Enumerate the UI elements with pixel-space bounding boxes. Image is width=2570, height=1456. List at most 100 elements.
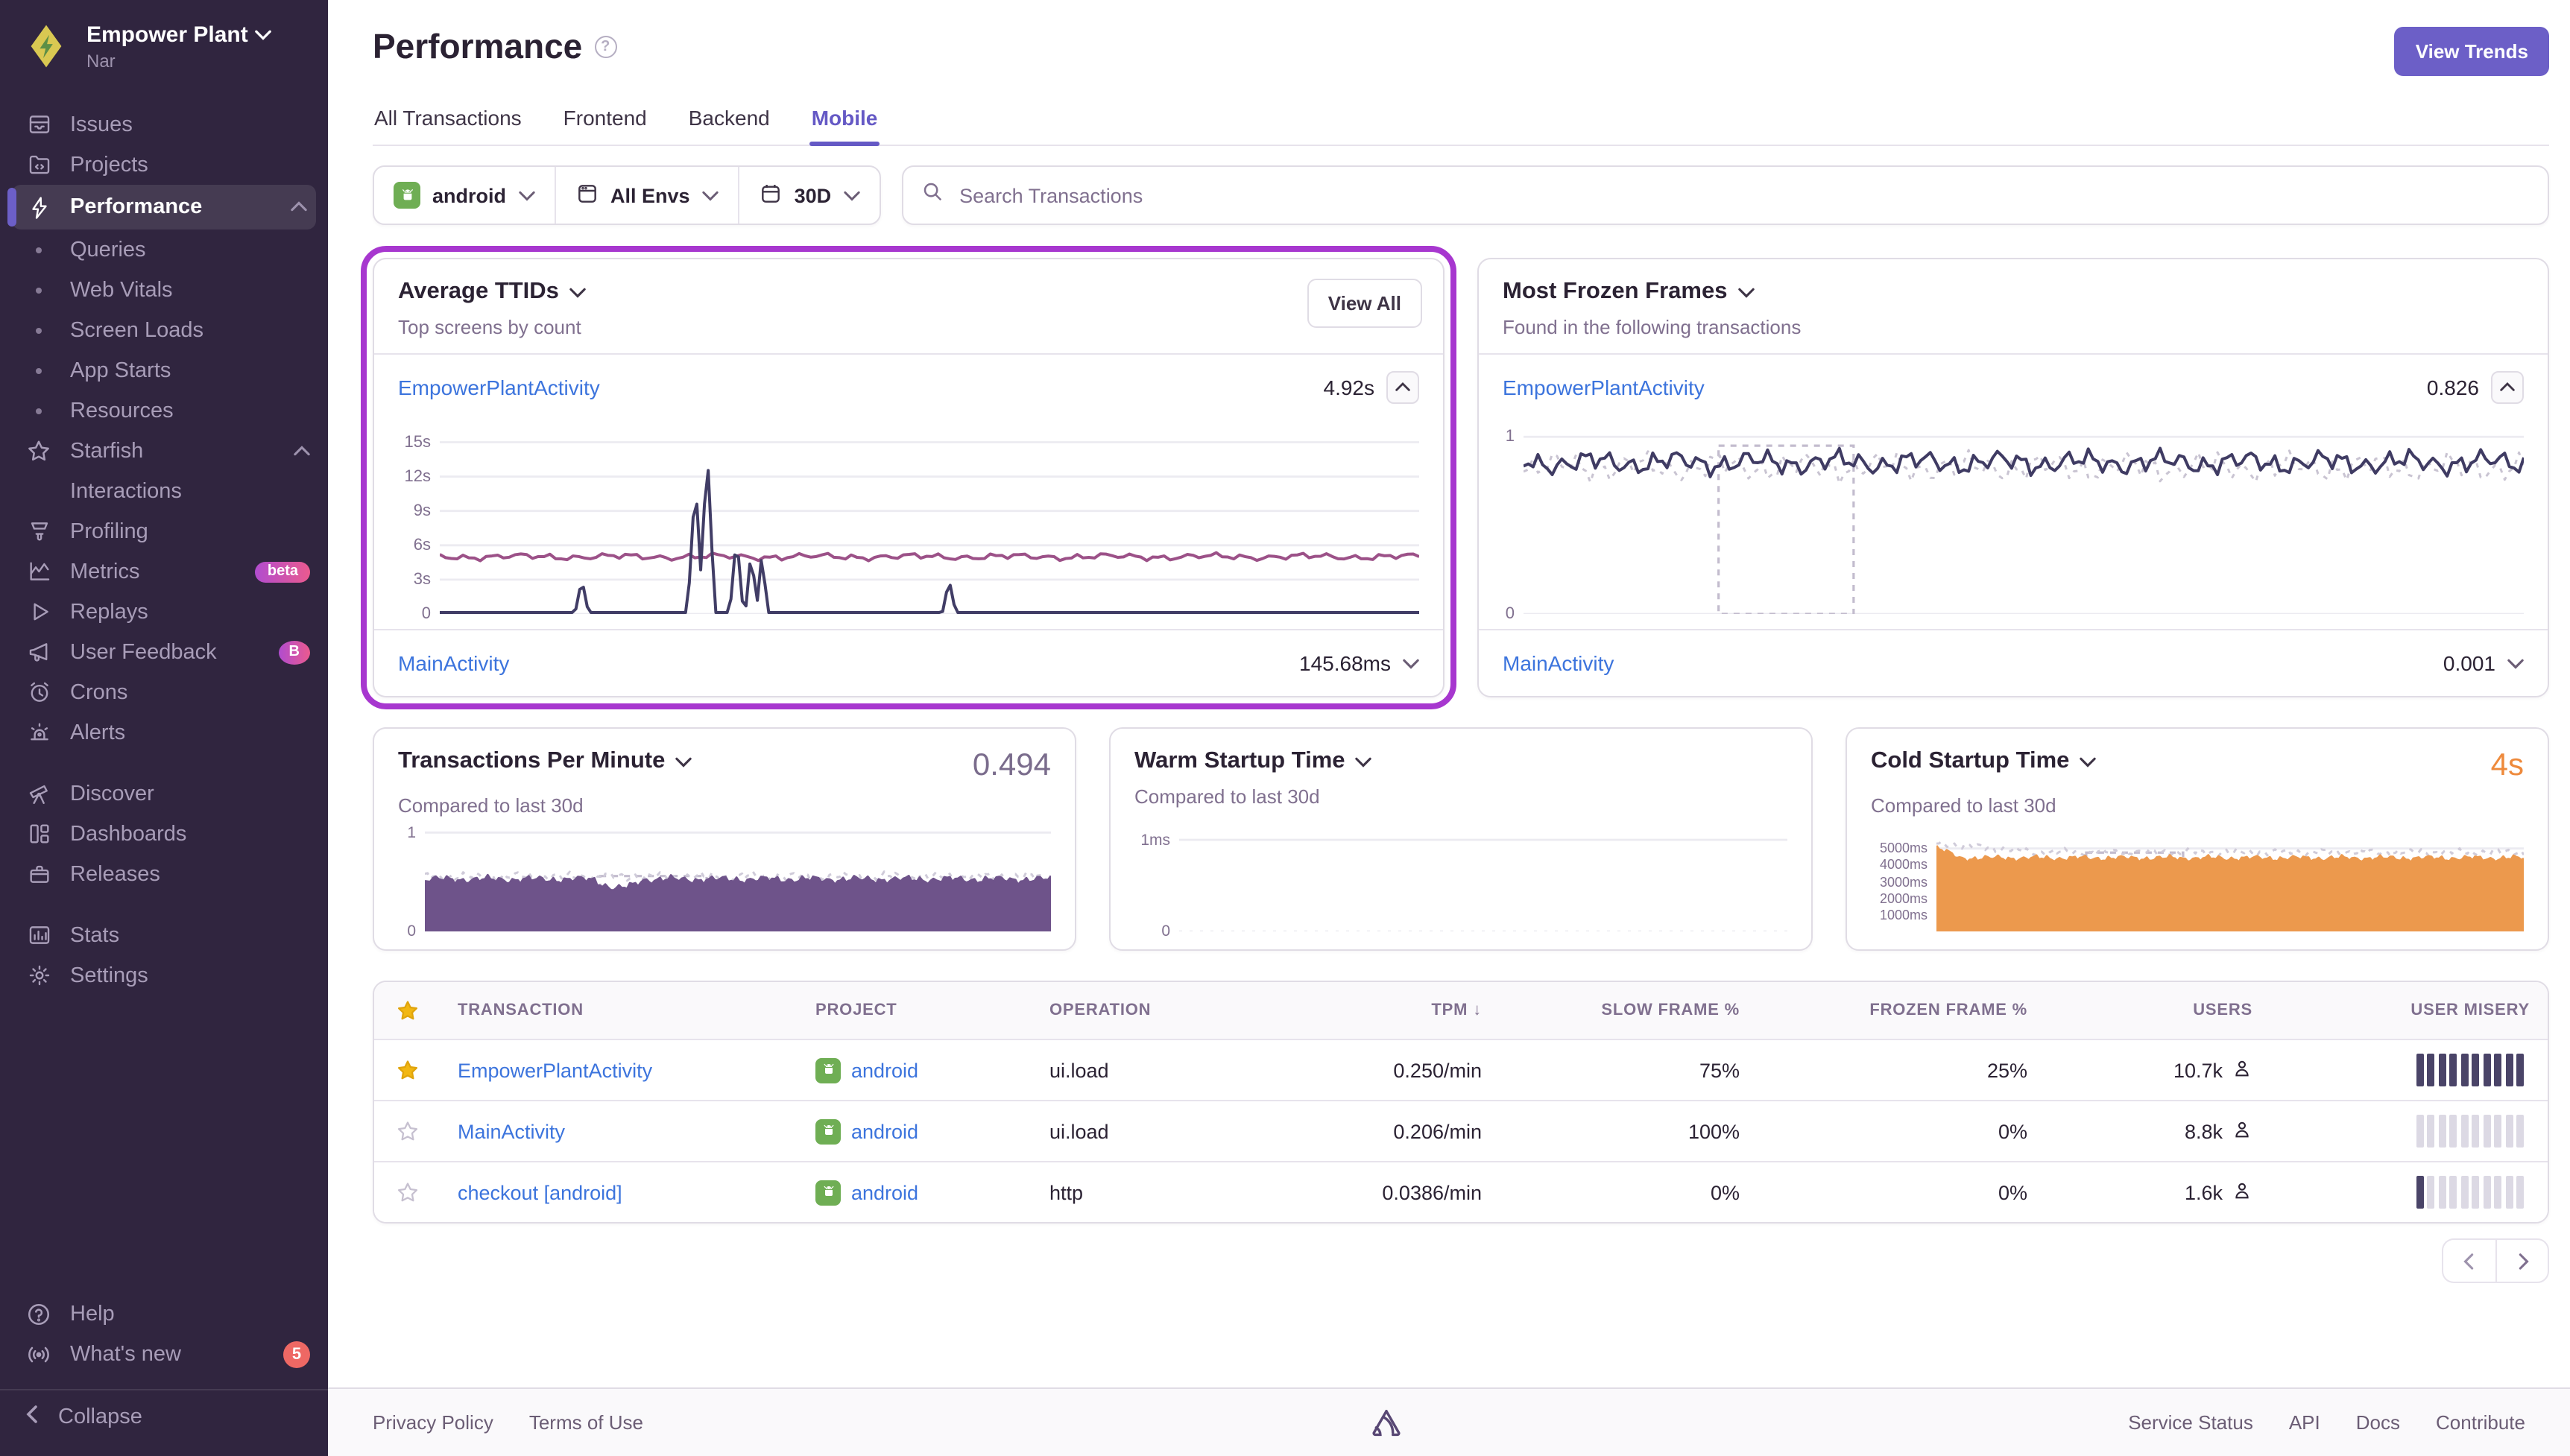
frozen-chart: 10	[1479, 420, 2548, 629]
sidebar-item-screen-loads[interactable]: Screen Loads	[0, 310, 328, 350]
footer-link[interactable]: Docs	[2356, 1411, 2400, 1434]
sidebar-item-resources[interactable]: Resources	[0, 390, 328, 431]
notification-badge: 5	[283, 1341, 310, 1367]
collapse-toggle-button[interactable]	[2491, 371, 2524, 404]
tab-frontend[interactable]: Frontend	[562, 97, 648, 145]
replays-icon	[24, 599, 54, 624]
next-page-button[interactable]	[2495, 1238, 2549, 1283]
sidebar-item-alerts[interactable]: Alerts	[0, 712, 328, 753]
sidebar-item-help[interactable]: Help	[0, 1294, 328, 1334]
view-all-button[interactable]: View All	[1307, 279, 1422, 328]
sidebar-item-replays[interactable]: Replays	[0, 592, 328, 632]
sidebar-item-projects[interactable]: Projects	[0, 145, 328, 185]
footer-link[interactable]: API	[2289, 1411, 2320, 1434]
sidebar-item-settings[interactable]: Settings	[0, 955, 328, 996]
date-range-filter[interactable]: 30D	[738, 167, 880, 224]
sidebar-item-label: Settings	[70, 963, 148, 987]
sidebar-item-web-vitals[interactable]: Web Vitals	[0, 270, 328, 310]
tpm-card: Transactions Per Minute 0.494 Compared t…	[373, 727, 1076, 951]
warm-card-title[interactable]: Warm Startup Time	[1134, 748, 1345, 775]
project-filter[interactable]: android	[374, 167, 554, 224]
chevron-down-icon	[569, 286, 586, 298]
transaction-link[interactable]: MainActivity	[398, 651, 509, 675]
tab-all-transactions[interactable]: All Transactions	[373, 97, 523, 145]
star-toggle[interactable]	[374, 1057, 440, 1083]
project-link[interactable]: android	[815, 1057, 1014, 1083]
alerts-icon	[24, 720, 54, 745]
transactions-table: TransactionProjectOperationTPM ↓Slow Fra…	[373, 981, 2549, 1224]
sidebar-item-user-feedback[interactable]: User FeedbackB	[0, 632, 328, 672]
sidebar-item-profiling[interactable]: Profiling	[0, 511, 328, 551]
chevron-up-icon[interactable]	[294, 445, 310, 457]
footer-link[interactable]: Service Status	[2128, 1411, 2253, 1434]
column-header-fav[interactable]	[374, 998, 440, 1023]
expand-toggle-button[interactable]	[2507, 657, 2524, 669]
transaction-accordion-row: MainActivity 145.68ms	[374, 630, 1443, 696]
transaction-link[interactable]: MainActivity	[458, 1120, 565, 1142]
bullet-icon	[24, 247, 54, 253]
sidebar-item-whats-new[interactable]: What's new5	[0, 1334, 328, 1374]
android-icon	[815, 1057, 841, 1083]
previous-page-button[interactable]	[2442, 1238, 2495, 1283]
tab-mobile[interactable]: Mobile	[810, 97, 880, 145]
help-tooltip-icon[interactable]: ?	[594, 36, 616, 58]
sidebar-item-issues[interactable]: Issues	[0, 104, 328, 145]
search-input[interactable]	[956, 183, 2530, 208]
chevron-up-icon[interactable]	[291, 201, 307, 213]
footer-link[interactable]: Contribute	[2436, 1411, 2525, 1434]
bullet-icon	[24, 287, 54, 293]
star-toggle[interactable]	[374, 1180, 440, 1205]
sidebar-item-performance[interactable]: Performance	[12, 185, 316, 230]
org-project: Nar	[86, 50, 272, 71]
cold-card-title[interactable]: Cold Startup Time	[1871, 748, 2069, 775]
frozen-card-title[interactable]: Most Frozen Frames	[1503, 279, 1727, 306]
sidebar-item-interactions[interactable]: Interactions	[0, 471, 328, 511]
column-header-tpm[interactable]: TPM ↓	[1281, 1001, 1500, 1019]
transaction-link[interactable]: checkout [android]	[458, 1181, 622, 1203]
sidebar-item-releases[interactable]: Releases	[0, 854, 328, 894]
sidebar-item-label: Metrics	[70, 560, 139, 583]
sidebar-item-label: App Starts	[70, 358, 171, 382]
star-toggle[interactable]	[374, 1118, 440, 1144]
app-root: Empower Plant Nar Issues Projects Performa…	[0, 0, 2570, 1456]
environment-filter-value: All Envs	[610, 184, 690, 206]
y-axis-label: 2000ms	[1880, 890, 1928, 905]
sidebar-item-app-starts[interactable]: App Starts	[0, 350, 328, 390]
sidebar-item-queries[interactable]: Queries	[0, 230, 328, 270]
transaction-link[interactable]: EmpowerPlantActivity	[1503, 376, 1705, 399]
sidebar-item-label: Performance	[70, 195, 202, 219]
tpm-card-title[interactable]: Transactions Per Minute	[398, 748, 665, 775]
project-link[interactable]: android	[815, 1118, 1014, 1144]
chevron-left-icon	[24, 1405, 42, 1429]
table-row: MainActivity android ui.load 0.206/min 1…	[374, 1100, 2548, 1161]
org-switcher[interactable]: Empower Plant Nar	[0, 0, 328, 86]
sidebar-item-metrics[interactable]: Metricsbeta	[0, 551, 328, 592]
tab-backend[interactable]: Backend	[687, 97, 771, 145]
sidebar-item-stats[interactable]: Stats	[0, 915, 328, 955]
view-trends-button[interactable]: View Trends	[2395, 27, 2549, 76]
ttid-card-title[interactable]: Average TTIDs	[398, 279, 559, 306]
ttid-chart: 15s12s9s6s3s0	[374, 420, 1443, 629]
project-link[interactable]: android	[815, 1180, 1014, 1205]
footer-link[interactable]: Privacy Policy	[373, 1411, 493, 1434]
footer-link[interactable]: Terms of Use	[529, 1411, 643, 1434]
collapse-toggle-button[interactable]	[1386, 371, 1419, 404]
sidebar-item-dashboards[interactable]: Dashboards	[0, 814, 328, 854]
calendar-icon	[759, 181, 783, 209]
transaction-accordion-row: MainActivity 0.001	[1479, 630, 2548, 696]
tpm-cell: 0.250/min	[1281, 1059, 1500, 1081]
expand-toggle-button[interactable]	[1403, 657, 1419, 669]
sidebar-item-label: Dashboards	[70, 822, 186, 846]
tpm-value: 0.494	[973, 748, 1051, 784]
sidebar-bottom-items: HelpWhat's new5	[0, 1294, 328, 1374]
sidebar-item-crons[interactable]: Crons	[0, 672, 328, 712]
collapse-button[interactable]: Collapse	[0, 1390, 328, 1444]
transaction-link[interactable]: EmpowerPlantActivity	[398, 376, 600, 399]
sidebar-item-label: Issues	[70, 113, 133, 136]
sidebar-item-starfish[interactable]: Starfish	[0, 431, 328, 471]
environment-filter[interactable]: All Envs	[554, 167, 738, 224]
transaction-link[interactable]: EmpowerPlantActivity	[458, 1059, 652, 1081]
transaction-link[interactable]: MainActivity	[1503, 651, 1614, 675]
sidebar-item-discover[interactable]: Discover	[0, 773, 328, 814]
android-icon	[394, 182, 420, 209]
